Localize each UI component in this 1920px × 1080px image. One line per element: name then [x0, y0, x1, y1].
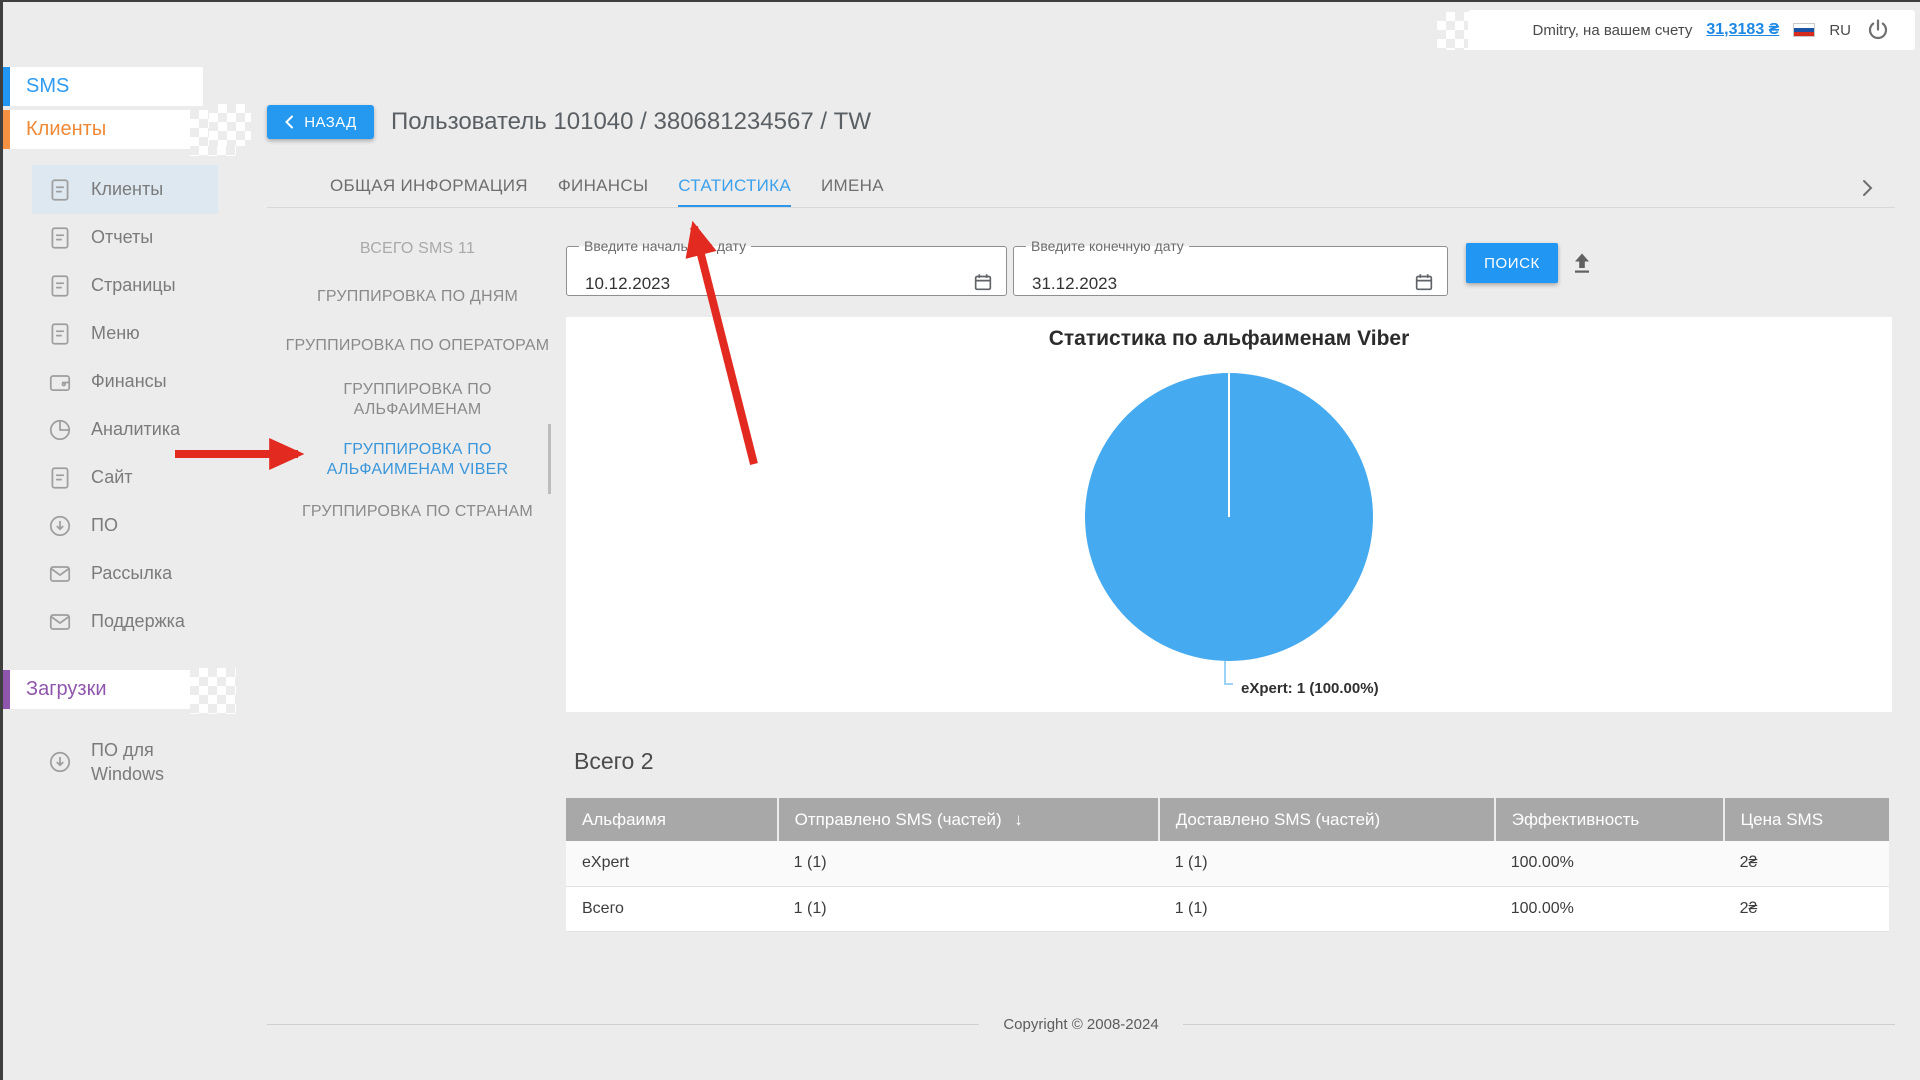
document-icon	[47, 321, 73, 347]
end-date-label: Введите конечную дату	[1026, 238, 1189, 254]
calendar-icon[interactable]	[1413, 271, 1435, 293]
sidebar-section-clients[interactable]: Клиенты	[3, 110, 203, 149]
logout-power-icon[interactable]	[1865, 17, 1891, 43]
pie-slice-divider	[1228, 373, 1230, 517]
pie-data-label: eXpert: 1 (100.00%)	[1241, 680, 1379, 697]
page-title: Пользователь 101040 / 380681234567 / TW	[391, 108, 871, 136]
sidebar-item-mailing[interactable]: Рассылка	[32, 549, 218, 598]
viber-statistics-chart-panel: Статистика по альфаименам Viber eXpert: …	[566, 317, 1892, 712]
back-button[interactable]: НАЗАД	[267, 105, 374, 139]
document-icon	[47, 225, 73, 251]
sidebar-item-site[interactable]: Сайт	[32, 453, 218, 502]
end-date-field[interactable]: Введите конечную дату 31.12.2023	[1013, 238, 1448, 296]
sidebar-item-windows-software[interactable]: ПО для Windows	[32, 732, 232, 792]
document-icon	[47, 177, 73, 203]
table-header-row: Альфаимя Отправлено SMS (частей) ↓ Доста…	[566, 798, 1889, 841]
document-icon	[47, 273, 73, 299]
table-row-total: Всего 1 (1) 1 (1) 100.00% 2₴	[566, 886, 1889, 931]
sidebar-item-finances[interactable]: Финансы	[32, 357, 218, 406]
submenu-scrollbar	[548, 424, 551, 494]
submenu-group-by-alphanames-viber[interactable]: ГРУППИРОВКА ПО АЛЬФАИМЕНАМ VIBER	[285, 440, 550, 480]
chart-title: Статистика по альфаименам Viber	[566, 327, 1892, 351]
section-accent-bar	[3, 110, 10, 149]
calendar-icon[interactable]	[972, 271, 994, 293]
sidebar-item-pages[interactable]: Страницы	[32, 261, 218, 310]
pie-chart-icon	[47, 417, 73, 443]
footer: Copyright © 2008-2024	[267, 1016, 1895, 1033]
section-accent-bar	[3, 67, 10, 106]
pixel-decoration	[190, 668, 236, 714]
sidebar-item-support[interactable]: Поддержка	[32, 597, 218, 646]
download-icon	[47, 513, 73, 539]
sidebar-section-sms[interactable]: SMS	[3, 67, 203, 106]
sidebar-item-clients[interactable]: Клиенты	[32, 165, 218, 214]
tab-general-info[interactable]: ОБЩАЯ ИНФОРМАЦИЯ	[330, 170, 528, 208]
language-selector[interactable]: RU	[1829, 22, 1851, 39]
column-effectiveness: Эффективность	[1495, 798, 1724, 841]
header-divider	[267, 207, 1895, 208]
tab-names[interactable]: ИМЕНА	[821, 170, 884, 208]
tab-statistics[interactable]: СТАТИСТИКА	[678, 170, 791, 208]
alphanames-table: Альфаимя Отправлено SMS (частей) ↓ Доста…	[566, 798, 1889, 932]
footer-divider	[267, 1024, 979, 1025]
table-summary: Всего 2	[574, 748, 654, 775]
start-date-value: 10.12.2023	[585, 274, 670, 294]
submenu-group-by-days[interactable]: ГРУППИРОВКА ПО ДНЯМ	[285, 287, 550, 307]
tab-finances[interactable]: ФИНАНСЫ	[558, 170, 648, 208]
russian-flag-icon[interactable]	[1793, 23, 1815, 37]
submenu-group-by-alphanames[interactable]: ГРУППИРОВКА ПО АЛЬФАИМЕНАМ	[285, 380, 550, 420]
user-greeting: Dmitry, на вашем счету	[1533, 22, 1693, 39]
search-button[interactable]: ПОИСК	[1466, 243, 1558, 283]
chevron-right-icon[interactable]	[1857, 178, 1877, 198]
pie-label-connector	[1224, 683, 1233, 685]
topbar: Dmitry, на вашем счету 31,3183 ₴ RU	[1468, 10, 1915, 50]
footer-divider	[1183, 1024, 1895, 1025]
sort-desc-icon[interactable]: ↓	[1014, 810, 1023, 829]
submenu-total-sms: ВСЕГО SMS 11	[285, 239, 550, 259]
copyright-text: Copyright © 2008-2024	[1003, 1016, 1158, 1033]
export-upload-icon[interactable]	[1569, 250, 1595, 276]
sidebar-item-menu[interactable]: Меню	[32, 309, 218, 358]
submenu-group-by-operators[interactable]: ГРУППИРОВКА ПО ОПЕРАТОРАМ	[285, 336, 550, 356]
table-row: eXpert 1 (1) 1 (1) 100.00% 2₴	[566, 841, 1889, 886]
start-date-field[interactable]: Введите начальную дату 10.12.2023	[566, 238, 1007, 296]
sidebar-item-software[interactable]: ПО	[32, 501, 218, 550]
pie-label-connector	[1224, 661, 1226, 685]
submenu-group-by-countries[interactable]: ГРУППИРОВКА ПО СТРАНАМ	[285, 502, 550, 522]
sidebar-item-analytics[interactable]: Аналитика	[32, 405, 218, 454]
end-date-value: 31.12.2023	[1032, 274, 1117, 294]
column-delivered-sms: Доставлено SMS (частей)	[1159, 798, 1495, 841]
document-icon	[47, 465, 73, 491]
start-date-label: Введите начальную дату	[579, 238, 751, 254]
download-icon	[47, 749, 73, 775]
sidebar-section-downloads[interactable]: Загрузки	[3, 670, 203, 709]
pixel-decoration	[209, 104, 251, 146]
balance-link[interactable]: 31,3183 ₴	[1706, 21, 1779, 39]
tab-bar: ОБЩАЯ ИНФОРМАЦИЯ ФИНАНСЫ СТАТИСТИКА ИМЕН…	[330, 170, 884, 208]
sidebar-item-reports[interactable]: Отчеты	[32, 213, 218, 262]
section-accent-bar	[3, 670, 10, 709]
chevron-left-icon	[284, 115, 294, 129]
wallet-icon	[47, 369, 73, 395]
envelope-icon	[47, 609, 73, 635]
envelope-icon	[47, 561, 73, 587]
column-sms-price: Цена SMS	[1724, 798, 1889, 841]
column-sent-sms[interactable]: Отправлено SMS (частей) ↓	[778, 798, 1159, 841]
app-window: Dmitry, на вашем счету 31,3183 ₴ RU SMS …	[0, 0, 1920, 1080]
column-alphaname: Альфаимя	[566, 798, 778, 841]
